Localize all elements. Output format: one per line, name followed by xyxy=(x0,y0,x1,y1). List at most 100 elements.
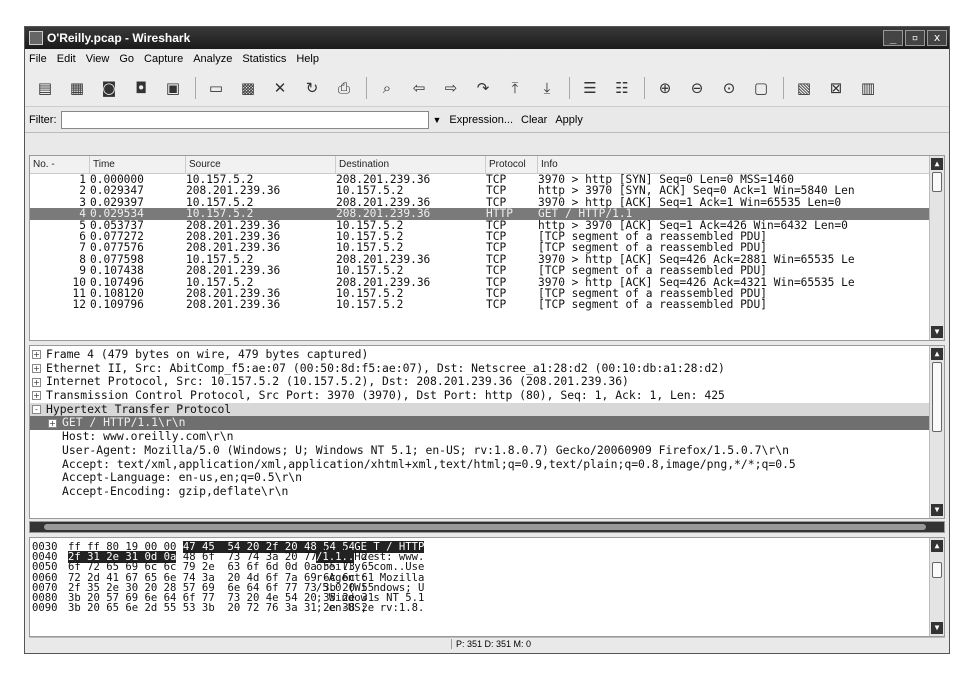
expand-icon[interactable]: + xyxy=(32,391,41,401)
packet-list-scrollbar[interactable]: ▲ ▼ xyxy=(929,156,944,340)
go-back-icon[interactable]: ⇦ xyxy=(407,76,431,100)
go-forward-icon[interactable]: ⇨ xyxy=(439,76,463,100)
packet-bytes-pane[interactable]: 0030 ff ff 80 19 00 00 47 45 54 20 2f 20 … xyxy=(29,537,945,637)
print-icon[interactable]: ⎙ xyxy=(332,76,356,100)
tree-item[interactable]: User-Agent: Mozilla/5.0 (Windows; U; Win… xyxy=(30,443,944,458)
table-cell: TCP xyxy=(486,219,507,231)
save-file-icon[interactable]: ▩ xyxy=(236,76,260,100)
table-row[interactable]: 12 0.109796 208.201.239.36 10.157.5.2 TCP [TC… xyxy=(30,299,944,310)
find-icon[interactable]: ⌕ xyxy=(375,76,399,100)
column-destination[interactable]: Destination xyxy=(336,156,486,174)
tree-item[interactable]: + Frame 4 (479 bytes on wire, 479 bytes c… xyxy=(30,347,944,362)
table-row[interactable]: 3 0.029397 10.157.5.2 208.201.239.36 TCP 3970… xyxy=(30,197,944,208)
capture-options-icon[interactable]: ▦ xyxy=(65,76,89,100)
scroll-down-icon[interactable]: ▼ xyxy=(931,326,943,338)
expand-icon[interactable]: + xyxy=(32,364,41,374)
maximize-button[interactable]: ▫ xyxy=(905,30,925,46)
tree-item[interactable]: Accept-Language: en-us,en;q=0.5\r\n xyxy=(30,470,944,485)
menu-go[interactable]: Go xyxy=(119,53,134,65)
reload-icon[interactable]: ↻ xyxy=(300,76,324,100)
main-toolbar: ▤ ▦ ◙ ◘ ▣ ▭ ▩ ✕ ↻ ⎙ ⌕ ⇦ ⇨ ↷ ⤒ ⤓ ☰ ☷ ⊕ ⊖ … xyxy=(25,69,949,107)
bytes-scrollbar[interactable]: ▲ ▼ xyxy=(929,538,944,636)
table-row[interactable]: 10 0.107496 10.157.5.2 208.201.239.36 TCP 397… xyxy=(30,277,944,288)
scroll-down-icon[interactable]: ▼ xyxy=(931,622,943,634)
table-row[interactable]: 11 0.108120 208.201.239.36 10.157.5.2 TCP [TC… xyxy=(30,288,944,299)
hex-row[interactable]: 0090 3b 20 65 6e 2d 55 53 3b 20 72 76 3a … xyxy=(32,603,944,614)
menu-edit[interactable]: Edit xyxy=(57,53,76,65)
chevron-down-icon[interactable]: ▼ xyxy=(433,115,442,125)
table-row[interactable]: 7 0.077576 208.201.239.36 10.157.5.2 TCP [TCP… xyxy=(30,242,944,253)
details-scrollbar[interactable]: ▲ ▼ xyxy=(929,346,944,518)
tree-item[interactable]: + Transmission Control Protocol, Src Port… xyxy=(30,388,944,403)
table-row[interactable]: 5 0.053737 208.201.239.36 10.157.5.2 TCP http… xyxy=(30,220,944,231)
menu-analyze[interactable]: Analyze xyxy=(193,53,232,65)
details-horizontal-scrollbar[interactable] xyxy=(29,521,945,533)
scroll-up-icon[interactable]: ▲ xyxy=(931,348,943,360)
scroll-up-icon[interactable]: ▲ xyxy=(931,540,943,552)
column-protocol[interactable]: Protocol xyxy=(486,156,538,174)
display-filter-input[interactable] xyxy=(60,110,429,129)
packet-list-pane[interactable]: No. - Time Source Destination Protocol I… xyxy=(29,155,945,341)
table-row[interactable]: 2 0.029347 208.201.239.36 10.157.5.2 TCP http… xyxy=(30,185,944,196)
clear-button[interactable]: Clear xyxy=(521,114,547,126)
autoscroll-icon[interactable]: ☷ xyxy=(610,76,634,100)
scroll-up-icon[interactable]: ▲ xyxy=(931,158,943,170)
interface-list-icon[interactable]: ▤ xyxy=(33,76,57,100)
table-row[interactable]: 9 0.107438 208.201.239.36 10.157.5.2 TCP [TCP… xyxy=(30,265,944,276)
menu-help[interactable]: Help xyxy=(296,53,319,65)
scroll-thumb[interactable] xyxy=(932,362,942,432)
expand-icon[interactable]: + xyxy=(48,418,57,428)
tree-item[interactable]: + Internet Protocol, Src: 10.157.5.2 (10.… xyxy=(30,375,944,389)
scroll-thumb[interactable] xyxy=(932,172,942,192)
apply-button[interactable]: Apply xyxy=(555,114,583,126)
go-to-packet-icon[interactable]: ↷ xyxy=(471,76,495,100)
collapse-icon[interactable]: - xyxy=(32,405,41,415)
close-file-icon[interactable]: ✕ xyxy=(268,76,292,100)
table-cell: 10.157.5.2 xyxy=(336,299,404,311)
menu-view[interactable]: View xyxy=(86,53,110,65)
tree-item[interactable]: Accept-Encoding: gzip,deflate\r\n xyxy=(30,484,944,499)
hscroll-thumb[interactable] xyxy=(44,524,926,530)
zoom-out-icon[interactable]: ⊖ xyxy=(685,76,709,100)
minimize-button[interactable]: _ xyxy=(883,30,903,46)
packet-details-pane[interactable]: + Frame 4 (479 bytes on wire, 479 bytes c… xyxy=(29,345,945,519)
table-row[interactable]: 1 0.000000 10.157.5.2 208.201.239.36 TCP 3970… xyxy=(30,174,944,185)
go-last-icon[interactable]: ⤓ xyxy=(535,76,559,100)
start-capture-icon[interactable]: ◙ xyxy=(97,76,121,100)
scroll-down-icon[interactable]: ▼ xyxy=(931,504,943,516)
tree-item[interactable]: + Ethernet II, Src: AbitComp_f5:ae:07 (00… xyxy=(30,361,944,376)
capture-filters-icon[interactable]: ▧ xyxy=(792,76,816,100)
menu-statistics[interactable]: Statistics xyxy=(242,53,286,65)
table-row[interactable]: 6 0.077272 208.201.239.36 10.157.5.2 TCP [TCP… xyxy=(30,231,944,242)
restart-capture-icon[interactable]: ▣ xyxy=(161,76,185,100)
table-cell: 0.077576 xyxy=(90,242,144,254)
display-filters-icon[interactable]: ⊠ xyxy=(824,76,848,100)
scroll-thumb[interactable] xyxy=(932,562,942,578)
colorize-icon[interactable]: ☰ xyxy=(578,76,602,100)
table-row[interactable]: 4 0.029534 10.157.5.2 208.201.239.36 HTTP GET… xyxy=(30,208,944,220)
menu-capture[interactable]: Capture xyxy=(144,53,183,65)
column-time[interactable]: Time xyxy=(90,156,186,174)
go-first-icon[interactable]: ⤒ xyxy=(503,76,527,100)
tree-item[interactable]: Accept: text/xml,application/xml,applica… xyxy=(30,457,944,472)
tree-item[interactable]: - Hypertext Transfer Protocol xyxy=(30,402,944,417)
expand-icon[interactable]: + xyxy=(32,350,41,360)
tree-item[interactable]: Host: www.oreilly.com\r\n xyxy=(30,429,944,444)
expression-button[interactable]: Expression... xyxy=(449,114,513,126)
table-row[interactable]: 8 0.077598 10.157.5.2 208.201.239.36 TCP 3970… xyxy=(30,254,944,265)
resize-columns-icon[interactable]: ▢ xyxy=(749,76,773,100)
close-button[interactable]: x xyxy=(927,30,947,46)
expand-icon[interactable]: + xyxy=(32,377,41,387)
zoom-in-icon[interactable]: ⊕ xyxy=(653,76,677,100)
open-file-icon[interactable]: ▭ xyxy=(204,76,228,100)
table-cell: 208.201.239.36 xyxy=(186,299,281,311)
stop-capture-icon[interactable]: ◘ xyxy=(129,76,153,100)
zoom-normal-icon[interactable]: ⊙ xyxy=(717,76,741,100)
menu-file[interactable]: File xyxy=(29,53,47,65)
coloring-rules-icon[interactable]: ▥ xyxy=(856,76,880,100)
tree-item[interactable]: + GET / HTTP/1.1\r\n xyxy=(30,416,944,431)
column-source[interactable]: Source xyxy=(186,156,336,174)
column-no[interactable]: No. - xyxy=(30,156,90,174)
column-info[interactable]: Info xyxy=(538,156,944,174)
title-bar[interactable]: O'Reilly.pcap - Wireshark _ ▫ x xyxy=(25,27,949,49)
